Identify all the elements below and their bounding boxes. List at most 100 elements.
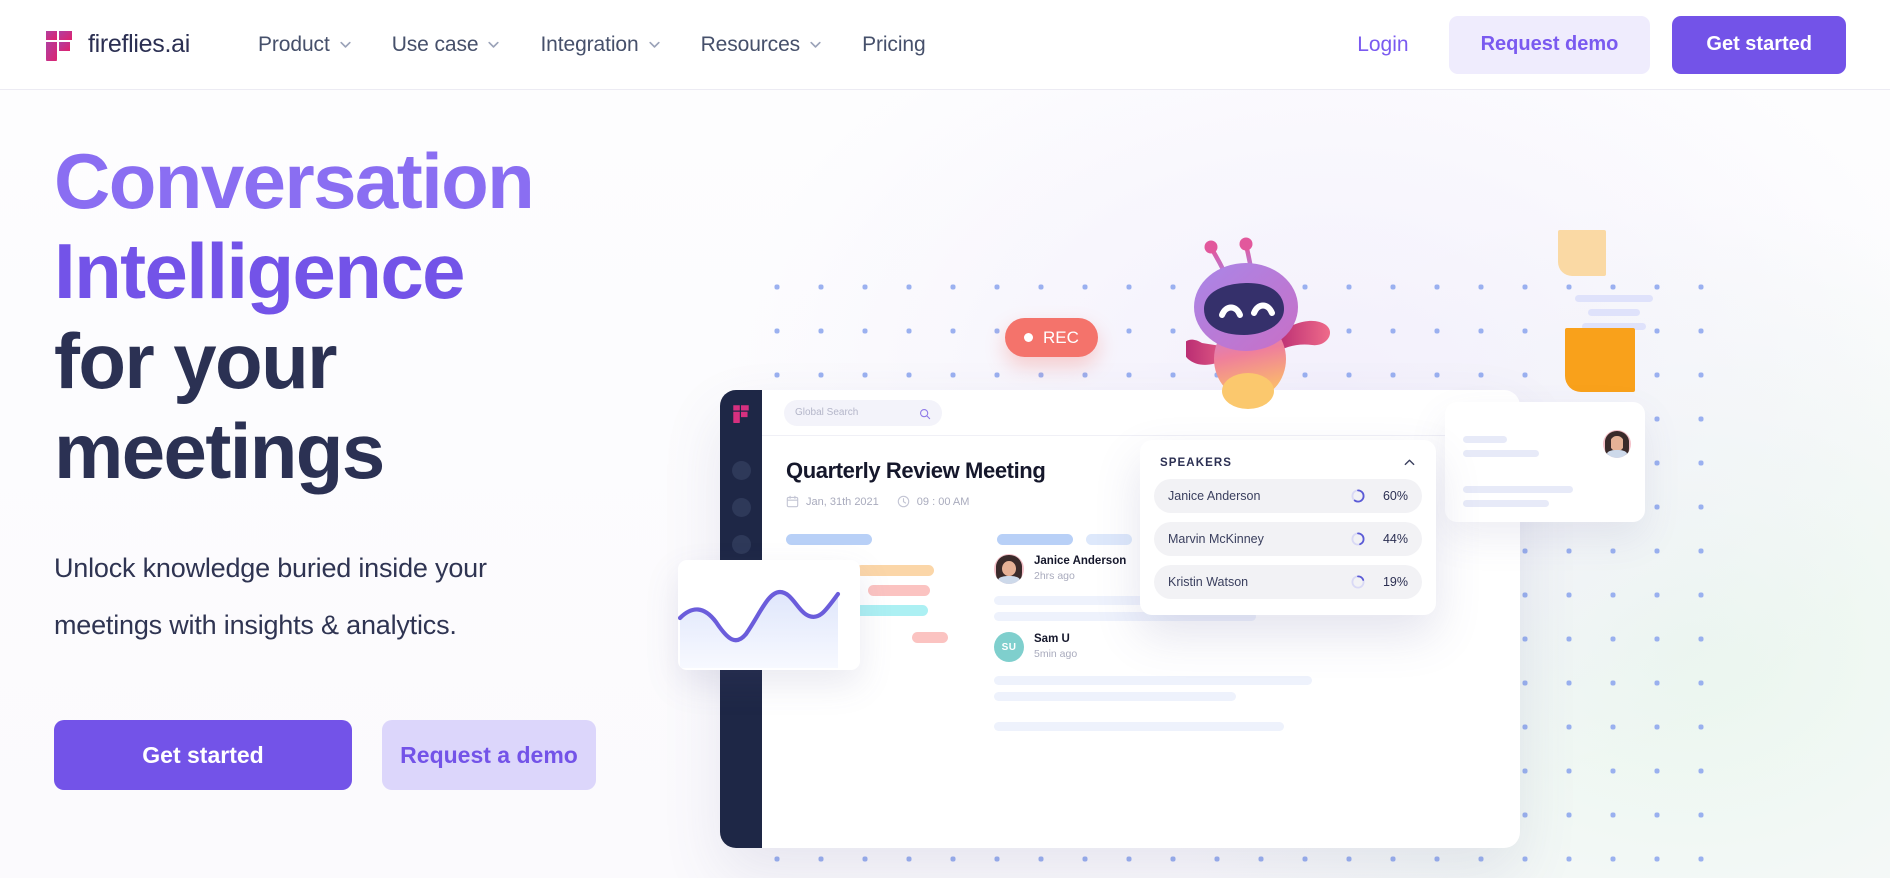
peach-square-decoration xyxy=(1558,230,1606,276)
meeting-date: Jan, 31th 2021 xyxy=(786,495,879,508)
speaker-row[interactable]: Marvin McKinney 44% xyxy=(1154,522,1422,556)
participant-time: 5min ago xyxy=(1034,647,1078,660)
hero-cta-row: Get started Request a demo xyxy=(54,720,674,790)
avatar-initials: SU xyxy=(994,632,1024,662)
list-item[interactable]: Janice Anderson 2hrs ago xyxy=(994,554,1126,584)
request-demo-button[interactable]: Request demo xyxy=(1448,15,1651,74)
placeholder-bar xyxy=(994,676,1312,685)
chevron-down-icon xyxy=(809,38,822,51)
chevron-up-icon[interactable] xyxy=(1403,456,1416,469)
speakers-panel: SPEAKERS Janice Anderson 60% Marvin McKi… xyxy=(1140,440,1436,615)
meeting-time-text: 09 : 00 AM xyxy=(916,495,970,508)
participant-info: Sam U 5min ago xyxy=(1034,632,1077,661)
hero-subtitle-line-1: Unlock knowledge buried inside your xyxy=(54,553,487,583)
analytics-chart-card xyxy=(678,560,860,670)
hero-get-started-button[interactable]: Get started xyxy=(54,720,352,790)
meeting-time: 09 : 00 AM xyxy=(897,495,970,508)
avatar xyxy=(1603,430,1631,458)
login-link[interactable]: Login xyxy=(1339,33,1426,57)
recording-label: REC xyxy=(1043,327,1079,347)
meeting-date-text: Jan, 31th 2021 xyxy=(806,495,879,508)
hero-illustration: Global Search Quarterly Review Meeting J… xyxy=(678,90,1890,878)
progress-ring-icon xyxy=(1351,489,1365,503)
progress-ring-icon xyxy=(1351,575,1365,589)
headline-line-1: Conversation xyxy=(54,137,535,225)
speaker-percent: 60% xyxy=(1382,489,1408,503)
placeholder-bar xyxy=(994,692,1236,701)
speakers-panel-header[interactable]: SPEAKERS xyxy=(1154,454,1422,479)
nav-item-integration[interactable]: Integration xyxy=(540,33,660,57)
nav-item-label: Use case xyxy=(391,32,479,56)
line-chart xyxy=(678,589,841,668)
calendar-icon xyxy=(786,495,799,508)
placeholder-bar xyxy=(856,565,934,576)
sidebar-nav-dot[interactable] xyxy=(731,461,751,480)
nav-item-pricing[interactable]: Pricing xyxy=(862,33,926,57)
nav-actions: Login Request demo Get started xyxy=(1339,15,1846,74)
nav-item-label: Product xyxy=(258,32,330,56)
fireflies-logo-icon xyxy=(732,404,750,426)
clock-icon xyxy=(897,495,910,508)
sidebar-nav-dot[interactable] xyxy=(731,498,751,517)
recording-badge: REC xyxy=(1005,318,1098,357)
placeholder-bar xyxy=(1463,436,1507,443)
speaker-name: Janice Anderson xyxy=(1168,489,1261,503)
hero-copy: Conversation Intelligence for your meeti… xyxy=(54,136,674,790)
hero-subtitle: Unlock knowledge buried inside your meet… xyxy=(54,540,584,654)
sidebar-nav-dot[interactable] xyxy=(731,535,751,554)
speaker-row[interactable]: Janice Anderson 60% xyxy=(1154,479,1422,513)
notification-card xyxy=(1445,402,1645,522)
main-menu: Product Use case Integration Resources P… xyxy=(258,33,926,57)
nav-item-use-case[interactable]: Use case xyxy=(392,33,501,57)
chevron-down-icon xyxy=(648,38,661,51)
brand-logo[interactable]: fireflies.ai xyxy=(44,29,190,64)
participant-name: Janice Anderson xyxy=(1034,555,1127,568)
hero-subtitle-line-2: meetings with insights & analytics. xyxy=(54,610,457,640)
headline-line-2: Intelligence xyxy=(54,227,466,315)
speaker-percent: 19% xyxy=(1382,575,1408,589)
hero-section: Conversation Intelligence for your meeti… xyxy=(0,90,1890,878)
page-title: Conversation Intelligence for your meeti… xyxy=(54,136,674,496)
participant-info: Janice Anderson 2hrs ago xyxy=(1034,554,1126,583)
placeholder-bar xyxy=(997,534,1073,545)
nav-item-label: Resources xyxy=(700,32,801,56)
hero-request-demo-button[interactable]: Request a demo xyxy=(382,720,596,790)
global-search-input[interactable]: Global Search xyxy=(784,399,942,426)
get-started-button[interactable]: Get started xyxy=(1672,15,1846,74)
placeholder-bar xyxy=(786,534,872,545)
placeholder-bar xyxy=(994,722,1284,731)
speaker-row[interactable]: Kristin Watson 19% xyxy=(1154,565,1422,599)
placeholder-bar xyxy=(1086,534,1132,545)
avatar xyxy=(994,554,1024,584)
placeholder-bar xyxy=(912,632,948,643)
list-item[interactable]: SU Sam U 5min ago xyxy=(994,632,1077,662)
placeholder-bar xyxy=(1463,486,1573,493)
speaker-percent: 44% xyxy=(1382,532,1408,546)
placeholder-bar xyxy=(1463,500,1549,507)
top-navigation-bar: fireflies.ai Product Use case Integratio… xyxy=(0,0,1890,90)
speakers-panel-title: SPEAKERS xyxy=(1160,456,1233,469)
speaker-name: Kristin Watson xyxy=(1168,575,1249,589)
search-icon xyxy=(919,407,931,419)
headline-line-4: meetings xyxy=(54,407,385,495)
chevron-down-icon xyxy=(487,38,500,51)
nav-item-label: Pricing xyxy=(862,32,926,56)
nav-item-label: Integration xyxy=(540,32,639,56)
speaker-name: Marvin McKinney xyxy=(1168,532,1264,546)
search-placeholder: Global Search xyxy=(795,407,859,418)
nav-item-resources[interactable]: Resources xyxy=(701,33,822,57)
orange-square-decoration xyxy=(1565,328,1635,392)
robot-mascot-illustration xyxy=(1182,235,1366,410)
participant-time: 2hrs ago xyxy=(1034,569,1075,582)
headline-line-3: for your xyxy=(54,317,337,405)
chevron-down-icon xyxy=(339,38,352,51)
placeholder-bar xyxy=(868,585,930,596)
brand-name: fireflies.ai xyxy=(88,30,190,58)
placeholder-bar xyxy=(1463,450,1539,457)
record-dot-icon xyxy=(1024,333,1033,342)
nav-item-product[interactable]: Product xyxy=(258,33,352,57)
dashboard-topbar: Global Search xyxy=(762,390,1520,436)
progress-ring-icon xyxy=(1351,532,1365,546)
fireflies-logo-icon xyxy=(44,29,74,64)
avatar: SU xyxy=(994,632,1024,662)
